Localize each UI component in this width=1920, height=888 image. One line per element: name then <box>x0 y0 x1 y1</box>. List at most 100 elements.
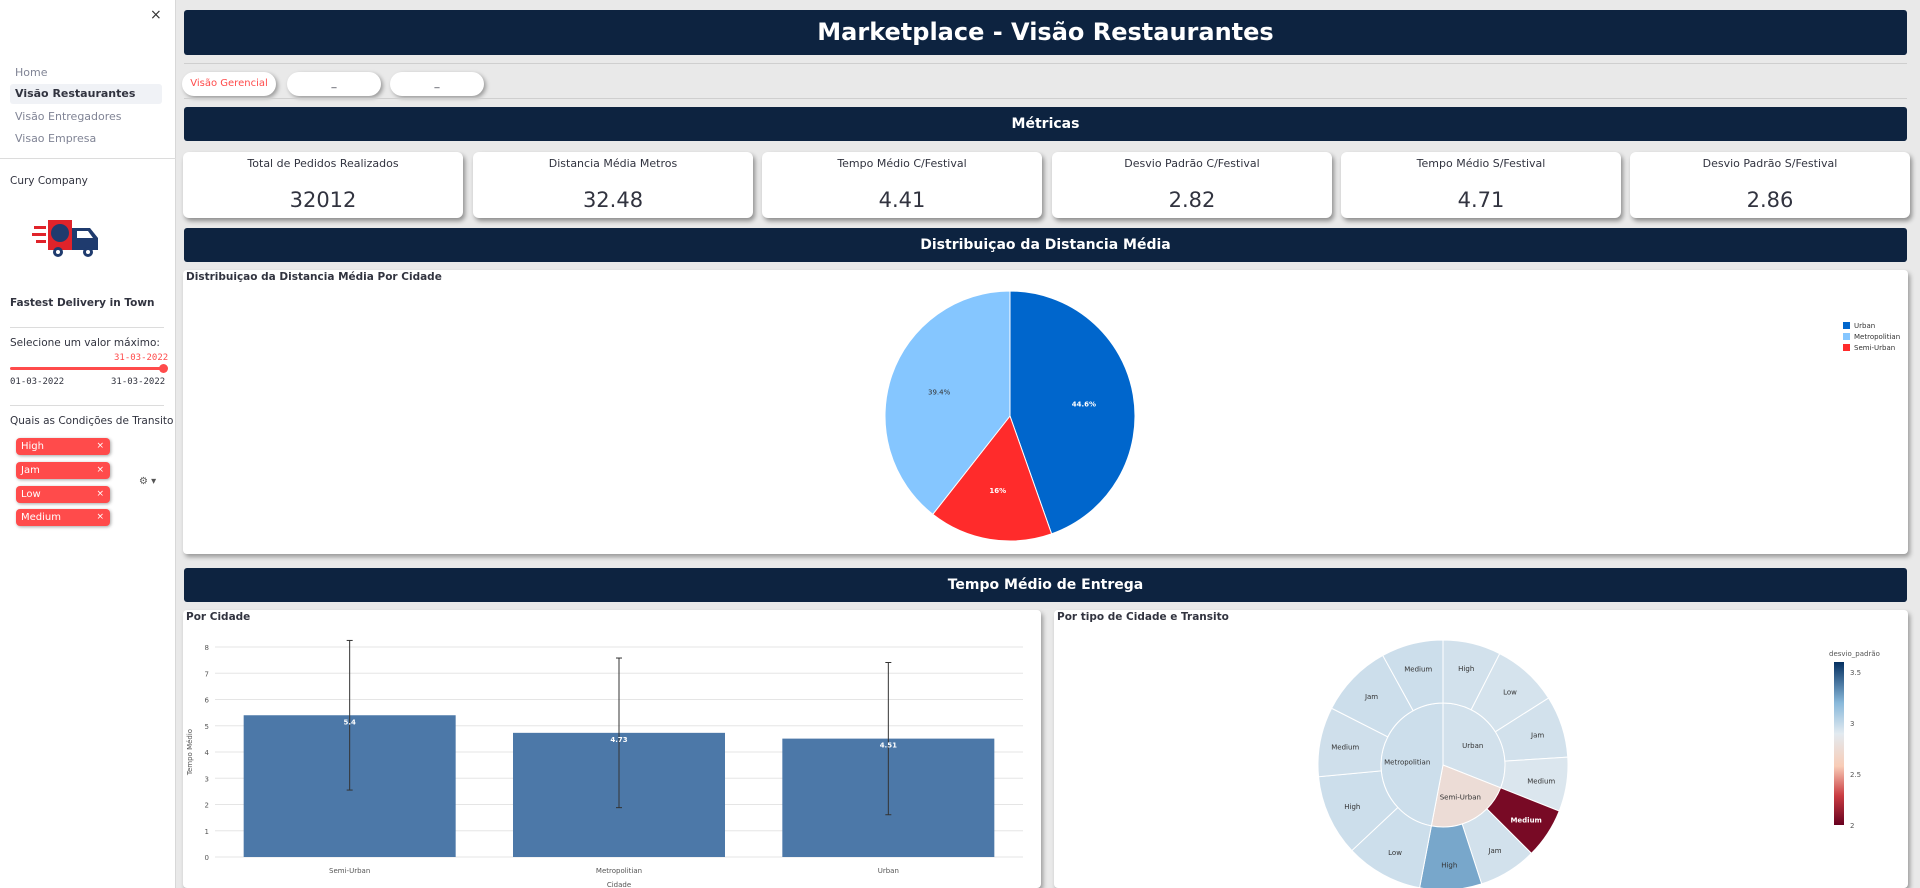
x-axis-label: Cidade <box>607 881 631 888</box>
colorbar <box>1834 662 1844 825</box>
nav-item-visao-entregadores[interactable]: Visão Entregadores <box>10 107 162 127</box>
section-distribution-title: Distribuiçao da Distancia Média <box>184 228 1907 262</box>
metric-card-total-pedidos: Total de Pedidos Realizados 32012 <box>183 152 463 218</box>
sunburst-inner-label: Urban <box>1462 742 1483 750</box>
slider-label: Selecione um valor máximo: <box>10 337 160 349</box>
metric-label: Tempo Médio C/Festival <box>837 157 967 170</box>
colorbar-tick-label: 3.5 <box>1850 669 1861 677</box>
sunburst-chart: Urban Semi-Urban Metropolitian High Low Jam Me… <box>1317 639 1880 888</box>
metric-value: 4.71 <box>1457 188 1505 212</box>
y-axis-label: Tempo Médio <box>186 729 194 776</box>
remove-tag-icon[interactable]: × <box>96 462 104 479</box>
colorbar-tick-label: 2.5 <box>1850 771 1861 779</box>
metric-label: Desvio Padrão S/Festival <box>1702 157 1838 170</box>
multiselect-settings-icon[interactable]: ⚙ ▾ <box>139 476 156 487</box>
y-tick-label: 4 <box>205 749 210 757</box>
tag-label: Medium <box>21 512 61 523</box>
nav-item-visao-empresa[interactable]: Visao Empresa <box>10 129 162 149</box>
tab-visao-gerencial[interactable]: Visão Gerencial <box>182 72 276 96</box>
nav-item-visao-restaurantes[interactable]: Visão Restaurantes <box>10 84 162 104</box>
metric-card-distancia-media: Distancia Média Metros 32.48 <box>473 152 753 218</box>
traffic-tag-low[interactable]: Low × <box>16 486 110 503</box>
sunburst-inner-label: Metropolitian <box>1384 759 1430 767</box>
sunburst-inner-label: Semi-Urban <box>1440 794 1481 802</box>
bar-value-label: 4.73 <box>610 736 627 744</box>
tag-label: Jam <box>21 465 40 476</box>
metric-label: Total de Pedidos Realizados <box>247 157 399 170</box>
colorbar-tick-label: 2 <box>1850 822 1854 830</box>
sunburst-outer-label: Low <box>1503 688 1517 696</box>
legend-label: Metropolitian <box>1854 333 1900 341</box>
legend-swatch-metropolitian <box>1843 333 1850 340</box>
sunburst-outer-label: High <box>1458 665 1474 673</box>
bar-value-label: 4.51 <box>880 742 897 750</box>
colorbar-tick-label: 3 <box>1850 720 1854 728</box>
y-tick-label: 5 <box>205 723 209 731</box>
x-tick-label: Semi-Urban <box>329 867 370 875</box>
close-sidebar-icon[interactable]: × <box>150 7 162 23</box>
y-tick-label: 8 <box>205 644 209 652</box>
pie-slice-label: 39.4% <box>928 388 951 396</box>
pie-chart: 44.6% 16% 39.4% Urban Metropolitian Semi-Urba… <box>884 290 1900 542</box>
sunburst-outer-label: High <box>1344 803 1360 811</box>
sunburst-outer-label: Jam <box>1530 731 1544 739</box>
traffic-tag-jam[interactable]: Jam × <box>16 462 110 479</box>
pie-chart-panel: Distribuiçao da Distancia Média Por Cida… <box>183 270 1908 554</box>
tag-label: Low <box>21 489 41 500</box>
nav-item-home[interactable]: Home <box>10 63 162 83</box>
pie-slice-label: 44.6% <box>1072 400 1096 408</box>
section-delivery-title: Tempo Médio de Entrega <box>184 568 1907 602</box>
sunburst-chart-panel: Por tipo de Cidade e Transito Urban Semi-… <box>1054 610 1908 888</box>
bar-chart: 0 1 2 3 4 5 6 7 8 5.4 Semi-Urban 4.73 Metropolitian 4… <box>186 639 1023 888</box>
remove-tag-icon[interactable]: × <box>96 509 104 526</box>
traffic-filter-label: Quais as Condições de Transito <box>10 415 174 427</box>
slider-min-label: 01-03-2022 <box>10 377 65 387</box>
legend-swatch-semi-urban <box>1843 344 1850 351</box>
remove-tag-icon[interactable]: × <box>96 438 104 455</box>
delivery-truck-logo <box>32 220 98 257</box>
y-tick-label: 1 <box>205 828 209 836</box>
remove-tag-icon[interactable]: × <box>96 486 104 503</box>
sidebar-divider <box>10 327 164 328</box>
company-name: Cury Company <box>10 175 88 187</box>
bar-chart-panel: Por Cidade 0 1 2 3 4 5 6 7 8 5.4 Semi-Urban 4.73 Met… <box>183 610 1041 888</box>
colorbar-title: desvio_padrão <box>1829 650 1880 658</box>
sidebar: × Home Visão Restaurantes Visão Entregad… <box>0 0 176 888</box>
metric-value: 32.48 <box>582 188 644 212</box>
divider <box>184 63 1907 64</box>
tab-2[interactable]: _ <box>287 72 381 96</box>
metric-label: Tempo Médio S/Festival <box>1416 157 1546 170</box>
metric-card-tempo-medio-c-festival: Tempo Médio C/Festival 4.41 <box>762 152 1042 218</box>
section-metrics-title: Métricas <box>184 107 1907 141</box>
sunburst-outer-label: Low <box>1388 849 1402 857</box>
y-tick-label: 0 <box>205 854 209 862</box>
divider <box>184 98 1907 99</box>
sunburst-outer-label: Medium <box>1331 743 1359 751</box>
bar-value-label: 5.4 <box>343 718 356 726</box>
x-tick-label: Metropolitian <box>596 867 642 875</box>
tab-3[interactable]: _ <box>390 72 484 96</box>
sidebar-divider <box>0 158 176 159</box>
traffic-tag-high[interactable]: High × <box>16 438 110 455</box>
metric-value: 2.82 <box>1168 188 1216 212</box>
slider-max-label: 31-03-2022 <box>111 377 166 387</box>
date-slider-track[interactable] <box>10 367 164 370</box>
page-title: Marketplace - Visão Restaurantes <box>184 10 1907 55</box>
date-slider-thumb[interactable] <box>159 364 168 373</box>
metric-label: Desvio Padrão C/Festival <box>1124 157 1260 170</box>
pie-slice-label: 16% <box>989 487 1006 495</box>
metric-value: 32012 <box>289 188 357 212</box>
sunburst-outer-label: Jam <box>1364 693 1378 701</box>
company-tagline: Fastest Delivery in Town <box>10 297 155 309</box>
x-tick-label: Urban <box>878 867 899 875</box>
traffic-tag-medium[interactable]: Medium × <box>16 509 110 526</box>
legend-label: Urban <box>1854 322 1875 330</box>
legend-label: Semi-Urban <box>1854 344 1895 352</box>
sunburst-outer-label: High <box>1441 861 1457 869</box>
metric-value: 2.86 <box>1746 188 1794 212</box>
tag-label: High <box>21 441 44 452</box>
metric-card-desvio-padrao-c-festival: Desvio Padrão C/Festival 2.82 <box>1052 152 1332 218</box>
metric-label: Distancia Média Metros <box>548 157 678 170</box>
sunburst-outer-label: Medium <box>1404 666 1432 674</box>
y-tick-label: 7 <box>205 670 209 678</box>
